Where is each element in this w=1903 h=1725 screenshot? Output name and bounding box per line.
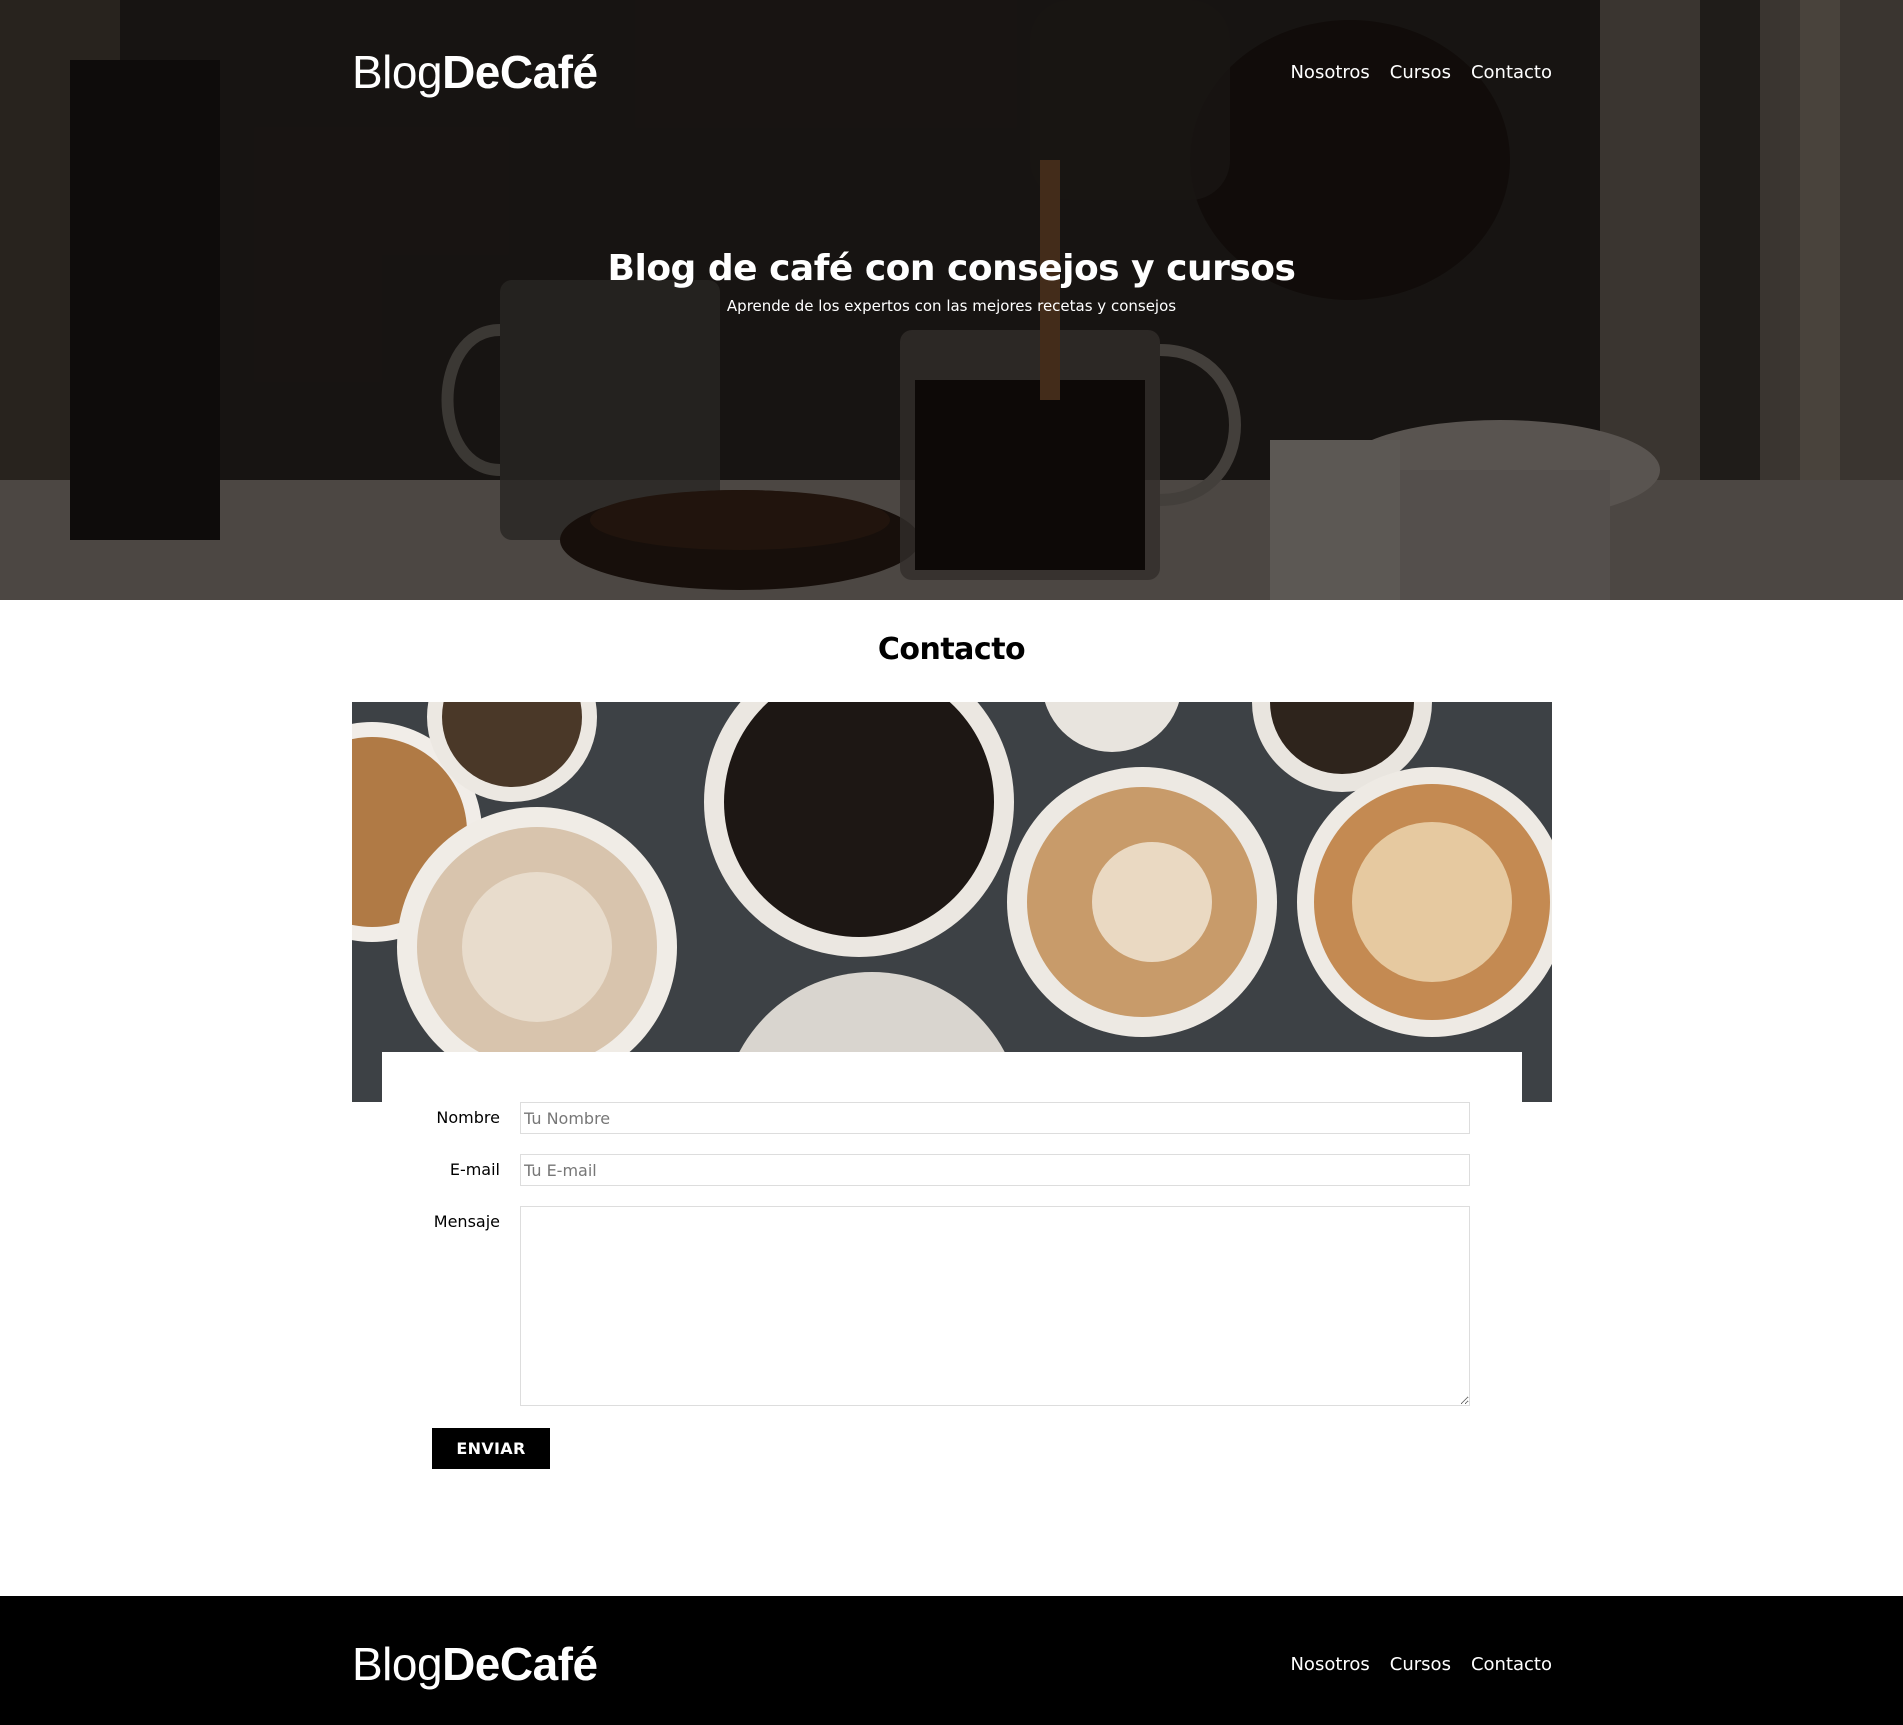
name-input[interactable] [520, 1102, 1470, 1134]
name-label: Nombre [436, 1108, 500, 1127]
hero-title: Blog de café con consejos y cursos [607, 248, 1296, 289]
submit-button[interactable]: ENVIAR [432, 1428, 550, 1469]
form-row-message: Mensaje [432, 1206, 1472, 1406]
site-logo[interactable]: BlogDeCafé [352, 45, 598, 99]
footer-logo-text-light: Blog [352, 1638, 443, 1690]
site-footer: BlogDeCafé Nosotros Cursos Contacto [0, 1596, 1903, 1725]
form-row-name: Nombre [432, 1102, 1472, 1134]
logo-text-light: Blog [352, 46, 443, 98]
contact-form: Nombre E-mail Mensaje ENVIAR [382, 1052, 1522, 1482]
footer-logo-text-bold: DeCafé [442, 1638, 598, 1690]
email-input[interactable] [520, 1154, 1470, 1186]
footer-logo[interactable]: BlogDeCafé [352, 1637, 598, 1691]
footer-nav-link-cursos[interactable]: Cursos [1390, 1654, 1451, 1675]
main-nav: Nosotros Cursos Contacto [1290, 62, 1552, 83]
hero-subtitle: Aprende de los expertos con las mejores … [726, 297, 1177, 315]
hero-text: Blog de café con consejos y cursos Apren… [0, 248, 1903, 315]
message-textarea[interactable] [520, 1206, 1470, 1406]
contact-image [352, 702, 1552, 1102]
nav-link-contacto[interactable]: Contacto [1471, 62, 1552, 83]
nav-link-cursos[interactable]: Cursos [1390, 62, 1451, 83]
email-label: E-mail [449, 1160, 500, 1179]
contact-title: Contacto [877, 632, 1026, 667]
footer-inner: BlogDeCafé Nosotros Cursos Contacto [352, 1636, 1552, 1692]
coffee-cups-image [352, 702, 1552, 1102]
footer-nav: Nosotros Cursos Contacto [1290, 1654, 1552, 1675]
footer-nav-link-contacto[interactable]: Contacto [1471, 1654, 1552, 1675]
footer-nav-link-nosotros[interactable]: Nosotros [1290, 1654, 1369, 1675]
form-row-email: E-mail [432, 1154, 1472, 1186]
nav-link-nosotros[interactable]: Nosotros [1290, 62, 1369, 83]
logo-text-bold: DeCafé [442, 46, 598, 98]
message-label: Mensaje [433, 1212, 500, 1231]
hero-section: BlogDeCafé Nosotros Cursos Contacto Blog… [0, 0, 1903, 600]
site-header: BlogDeCafé Nosotros Cursos Contacto [352, 44, 1552, 100]
